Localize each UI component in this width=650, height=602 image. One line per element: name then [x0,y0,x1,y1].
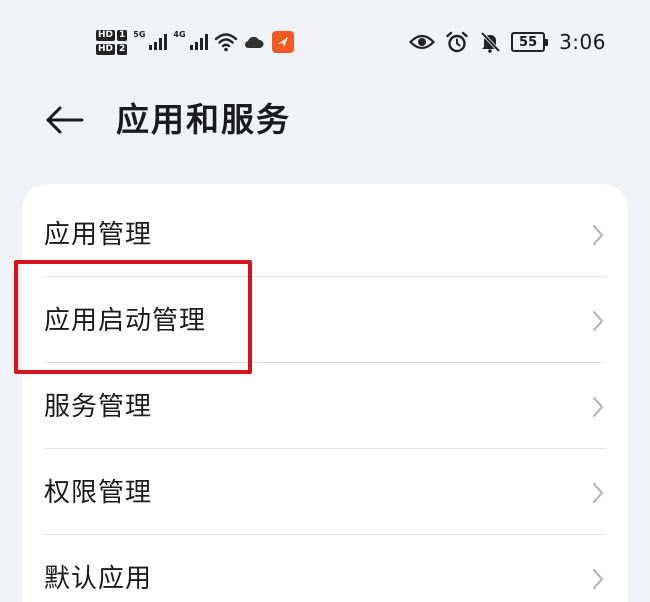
hd-badge: HD [96,43,116,55]
network-type-2: 4G [173,29,186,39]
menu-item-label: 默认应用 [44,564,153,594]
battery-icon: 55 [511,32,549,52]
app-notification-icon [271,31,294,53]
hd-badge: HD [96,29,116,41]
chevron-right-icon [592,482,604,504]
status-bar: HD 1 HD 2 5G 4G 55 3:06 [0,0,650,70]
eye-icon [409,34,436,50]
sim-indicators: HD 1 HD 2 [96,29,128,55]
menu-item-label: 权限管理 [44,478,153,508]
sim-slot: 1 [117,29,128,41]
wifi-icon [214,33,237,52]
network-type-1: 5G [133,29,146,39]
menu-item-service-management[interactable]: 服务管理 [22,364,628,450]
back-arrow-icon [46,106,84,134]
back-button[interactable] [40,96,88,144]
divider [44,448,606,449]
status-bar-right: 55 3:06 [409,28,606,56]
divider [44,362,606,363]
cloud-icon [244,36,264,49]
divider [44,276,606,277]
status-time: 3:06 [559,30,606,54]
page-title: 应用和服务 [116,100,291,139]
chevron-right-icon [592,568,604,590]
menu-item-app-management[interactable]: 应用管理 [22,192,628,278]
alarm-icon [446,31,468,53]
header: 应用和服务 [0,86,650,156]
battery-level: 55 [519,34,538,50]
settings-card: 应用管理 应用启动管理 服务管理 权限管理 默认应用 [22,184,628,602]
sim-slot: 2 [117,43,128,55]
chevron-right-icon [592,224,604,246]
mute-bell-icon [480,31,501,53]
signal-icon [189,34,208,50]
signal-icon [149,34,168,50]
menu-item-default-apps[interactable]: 默认应用 [22,536,628,602]
menu-item-label: 服务管理 [44,392,153,422]
chevron-right-icon [592,310,604,332]
screen: HD 1 HD 2 5G 4G 55 3:06 应用和服务 应用管理 应用启动管… [0,0,650,602]
menu-item-label: 应用启动管理 [44,306,207,336]
chevron-right-icon [592,396,604,418]
sim1-indicator: HD 1 [96,29,128,41]
divider [44,534,606,535]
menu-item-permission-management[interactable]: 权限管理 [22,450,628,536]
status-bar-left: HD 1 HD 2 5G 4G [96,22,294,62]
menu-item-app-launch-management[interactable]: 应用启动管理 [22,278,628,364]
sim2-indicator: HD 2 [96,43,128,55]
menu-item-label: 应用管理 [44,220,153,250]
